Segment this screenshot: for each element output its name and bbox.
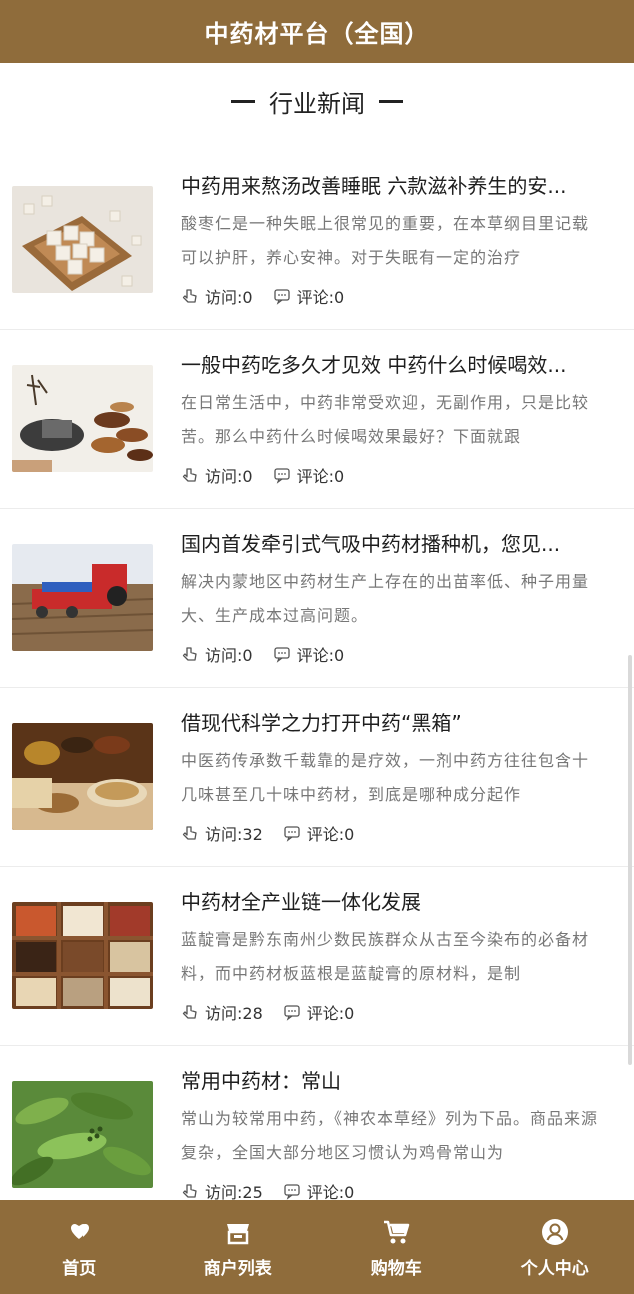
news-title[interactable]: 国内首发牵引式气吸中药材播种机，您见...	[181, 529, 613, 559]
news-thumbnail[interactable]	[12, 186, 153, 293]
hand-pointer-icon	[182, 1005, 197, 1019]
news-meta: 访问:25 评论:0	[181, 1179, 374, 1200]
comment-count: 评论:0	[273, 463, 345, 487]
visit-count-label: 访问:28	[205, 1004, 263, 1023]
page-title: 中药材平台（全国）	[204, 20, 430, 48]
app-header: 中药材平台（全国）	[0, 0, 634, 63]
news-summary: 蓝靛膏是黔东南州少数民族群众从古至今染布的必备材料，而中药材板蓝根是蓝靛膏的原材…	[181, 930, 590, 983]
visit-count-label: 访问:0	[205, 288, 253, 307]
comment-count-label: 评论:0	[296, 467, 345, 486]
comment-count: 评论:0	[283, 1179, 355, 1200]
news-summary: 中医药传承数千载靠的是疗效，一剂中药方往往包含十几味甚至几十味中药材，到底是哪种…	[181, 751, 590, 804]
comment-icon	[284, 1184, 300, 1200]
tab-cart-label: 购物车	[370, 1258, 422, 1279]
visit-count: 访问:28	[181, 1000, 263, 1024]
comment-count-label: 评论:0	[296, 646, 345, 665]
news-item[interactable]: 常用中药材：常山 常山为较常用中药，《神农本草经》列为下品。商品来源复杂，全国大…	[0, 1046, 634, 1200]
tab-merchants[interactable]: 商户列表	[159, 1200, 318, 1294]
news-item[interactable]: 中药用来熬汤改善睡眠 六款滋补养生的安... 酸枣仁是一种失眠上很常见的重要，在…	[0, 151, 634, 330]
news-summary: 常山为较常用中药，《神农本草经》列为下品。商品来源复杂，全国大部分地区习惯认为鸡…	[181, 1109, 599, 1162]
news-thumbnail[interactable]	[12, 1081, 153, 1188]
news-summary: 解决内蒙地区中药材生产上存在的出苗率低、种子用量大、生产成本过高问题。	[181, 572, 590, 625]
tab-profile-label: 个人中心	[520, 1258, 589, 1279]
news-thumbnail[interactable]	[12, 544, 153, 651]
visit-count-label: 访问:0	[205, 646, 253, 665]
comment-icon	[273, 647, 290, 663]
news-title[interactable]: 中药材全产业链一体化发展	[181, 887, 613, 917]
heading-left-dash	[231, 100, 255, 103]
news-title[interactable]: 一般中药吃多久才见效 中药什么时候喝效...	[181, 350, 613, 380]
hand-pointer-icon	[182, 647, 197, 661]
tab-merchants-label: 商户列表	[203, 1258, 272, 1279]
cart-icon	[384, 1220, 410, 1243]
scrollbar[interactable]	[628, 655, 632, 1065]
comment-icon	[284, 1005, 300, 1021]
comment-count-label: 评论:0	[306, 825, 355, 844]
news-item[interactable]: 借现代科学之力打开中药“黑箱” 中医药传承数千载靠的是疗效，一剂中药方往往包含十…	[0, 688, 634, 867]
visit-count: 访问:0	[181, 284, 253, 308]
news-meta: 访问:28 评论:0	[181, 1000, 374, 1024]
comment-count-label: 评论:0	[306, 1004, 355, 1023]
visit-count-label: 访问:32	[205, 825, 263, 844]
news-title[interactable]: 中药用来熬汤改善睡眠 六款滋补养生的安...	[181, 171, 613, 201]
tab-home[interactable]: 首页	[0, 1200, 159, 1294]
news-title[interactable]: 常用中药材：常山	[181, 1066, 613, 1096]
comment-count: 评论:0	[273, 284, 345, 308]
visit-count-label: 访问:0	[205, 467, 253, 486]
news-title[interactable]: 借现代科学之力打开中药“黑箱”	[181, 708, 613, 738]
section-title-text: 行业新闻	[269, 90, 365, 118]
news-list[interactable]: 中药用来熬汤改善睡眠 六款滋补养生的安... 酸枣仁是一种失眠上很常见的重要，在…	[0, 151, 634, 1200]
tab-cart[interactable]: 购物车	[317, 1200, 476, 1294]
comment-icon	[273, 289, 290, 305]
news-summary: 在日常生活中，中药非常受欢迎，无副作用，只是比较苦。那么中药什么时候喝效果最好？…	[181, 393, 590, 446]
visit-count: 访问:25	[181, 1179, 263, 1200]
comment-count: 评论:0	[283, 821, 355, 845]
hand-pointer-icon	[182, 1184, 197, 1198]
bottom-tab-bar: 首页 商户列表 购物车 个人中心	[0, 1200, 634, 1294]
news-meta: 访问:0 评论:0	[181, 463, 364, 487]
comment-count: 评论:0	[283, 1000, 355, 1024]
news-meta: 访问:0 评论:0	[181, 284, 364, 308]
user-icon	[541, 1218, 568, 1245]
news-thumbnail[interactable]	[12, 365, 153, 472]
news-item[interactable]: 中药材全产业链一体化发展 蓝靛膏是黔东南州少数民族群众从古至今染布的必备材料，而…	[0, 867, 634, 1046]
section-heading: 行业新闻	[0, 63, 634, 140]
visit-count: 访问:0	[181, 642, 253, 666]
heart-icon	[71, 1223, 90, 1239]
comment-count-label: 评论:0	[296, 288, 345, 307]
news-thumbnail[interactable]	[12, 723, 153, 830]
visit-count-label: 访问:25	[205, 1183, 263, 1200]
hand-pointer-icon	[182, 826, 197, 840]
store-icon	[226, 1223, 249, 1244]
news-item[interactable]: 国内首发牵引式气吸中药材播种机，您见... 解决内蒙地区中药材生产上存在的出苗率…	[0, 509, 634, 688]
hand-pointer-icon	[182, 468, 197, 482]
news-thumbnail[interactable]	[12, 902, 153, 1009]
visit-count: 访问:0	[181, 463, 253, 487]
comment-icon	[273, 468, 290, 484]
news-meta: 访问:0 评论:0	[181, 642, 364, 666]
news-meta: 访问:32 评论:0	[181, 821, 374, 845]
tab-home-label: 首页	[62, 1258, 97, 1279]
visit-count: 访问:32	[181, 821, 263, 845]
tab-profile[interactable]: 个人中心	[476, 1200, 634, 1294]
news-summary: 酸枣仁是一种失眠上很常见的重要，在本草纲目里记载可以护肝，养心安神。对于失眠有一…	[181, 214, 590, 267]
comment-count: 评论:0	[273, 642, 345, 666]
news-item[interactable]: 一般中药吃多久才见效 中药什么时候喝效... 在日常生活中，中药非常受欢迎，无副…	[0, 330, 634, 509]
comment-count-label: 评论:0	[306, 1183, 355, 1200]
heading-right-dash	[379, 100, 403, 103]
comment-icon	[284, 826, 300, 842]
hand-pointer-icon	[182, 289, 197, 303]
